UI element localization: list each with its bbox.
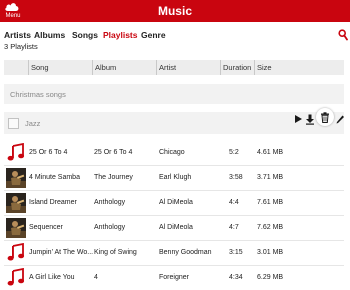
song-size: 7.61 MB xyxy=(257,199,284,206)
playlist-row-jazz[interactable]: Jazz xyxy=(4,112,344,134)
col-artist[interactable]: Artist xyxy=(159,63,176,72)
song-title: Jumpin' At The Wo... xyxy=(29,249,94,256)
song-size: 6.29 MB xyxy=(257,274,284,281)
song-duration: 3:58 xyxy=(229,174,243,181)
search-icon[interactable] xyxy=(338,28,348,41)
column-divider xyxy=(92,60,93,75)
playlist-count: 3 Playlists xyxy=(4,42,38,51)
music-note-icon xyxy=(6,268,26,288)
app-title: Music xyxy=(157,4,192,18)
column-divider xyxy=(254,60,255,75)
tab-genre[interactable]: Genre xyxy=(141,30,166,40)
col-album[interactable]: Album xyxy=(95,63,116,72)
table-header: Song Album Artist Duration Size xyxy=(4,60,344,75)
song-duration: 4:7 xyxy=(229,224,239,231)
song-row[interactable]: 25 Or 6 To 4 25 Or 6 To 4 Chicago 5:2 4.61 M… xyxy=(4,141,344,165)
column-divider xyxy=(28,60,29,75)
song-duration: 3:15 xyxy=(229,249,243,256)
song-album: The Journey xyxy=(94,174,133,181)
tab-songs[interactable]: Songs xyxy=(72,30,98,40)
song-album: 4 xyxy=(94,274,98,281)
tab-playlists[interactable]: Playlists xyxy=(103,30,138,40)
song-album: 25 Or 6 To 4 xyxy=(94,149,133,156)
song-title: 4 Minute Samba xyxy=(29,174,80,181)
song-artist: Al DiMeola xyxy=(159,199,193,206)
song-artist: Foreigner xyxy=(159,274,189,281)
song-size: 3.71 MB xyxy=(257,174,284,181)
song-album: Anthology xyxy=(94,224,126,231)
song-row[interactable]: Jumpin' At The Wo... King of Swing Benny G… xyxy=(4,241,344,265)
album-art-thumbnail xyxy=(6,218,26,238)
music-note-icon xyxy=(6,143,26,163)
music-note-icon xyxy=(6,243,26,263)
song-title: Island Dreamer xyxy=(29,199,77,206)
song-title: Sequencer xyxy=(29,224,63,231)
tab-artists[interactable]: Artists xyxy=(4,30,31,40)
column-divider xyxy=(220,60,221,75)
download-icon[interactable] xyxy=(305,114,317,128)
pencil-icon[interactable] xyxy=(335,113,347,127)
column-divider xyxy=(156,60,157,75)
song-duration: 4:34 xyxy=(229,274,243,281)
playlist-name: Christmas songs xyxy=(10,90,66,99)
playlist-name: Jazz xyxy=(25,119,41,128)
col-size[interactable]: Size xyxy=(257,63,272,72)
song-size: 3.01 MB xyxy=(257,249,284,256)
song-row[interactable]: 4 Minute Samba The Journey Earl Klugh 3:58 3… xyxy=(4,166,344,190)
song-size: 4.61 MB xyxy=(257,149,284,156)
song-row[interactable]: Sequencer Anthology Al DiMeola 4:7 7.62 MB xyxy=(4,216,344,240)
song-artist: Chicago xyxy=(159,149,185,156)
tab-albums[interactable]: Albums xyxy=(34,30,65,40)
song-title: 25 Or 6 To 4 xyxy=(29,149,68,156)
song-artist: Earl Klugh xyxy=(159,174,192,181)
trash-icon[interactable] xyxy=(320,112,332,126)
song-album: King of Swing xyxy=(94,249,137,256)
song-title: A Girl Like You xyxy=(29,274,75,281)
album-art-thumbnail xyxy=(6,168,26,188)
playlist-row-christmas[interactable]: Christmas songs xyxy=(4,84,344,104)
col-song[interactable]: Song xyxy=(31,63,49,72)
top-bar: Menu Music xyxy=(0,0,350,22)
song-album: Anthology xyxy=(94,199,126,206)
song-artist: Al DiMeola xyxy=(159,224,193,231)
album-art-thumbnail xyxy=(6,193,26,213)
playlist-checkbox[interactable] xyxy=(8,118,19,129)
song-artist: Benny Goodman xyxy=(159,249,212,256)
col-duration[interactable]: Duration xyxy=(223,63,251,72)
song-size: 7.62 MB xyxy=(257,224,284,231)
song-row[interactable]: A Girl Like You 4 Foreigner 4:34 6.29 MB xyxy=(4,266,344,290)
song-row[interactable]: Island Dreamer Anthology Al DiMeola 4:4 7.61… xyxy=(4,191,344,215)
song-duration: 4:4 xyxy=(229,199,239,206)
song-duration: 5:2 xyxy=(229,149,239,156)
